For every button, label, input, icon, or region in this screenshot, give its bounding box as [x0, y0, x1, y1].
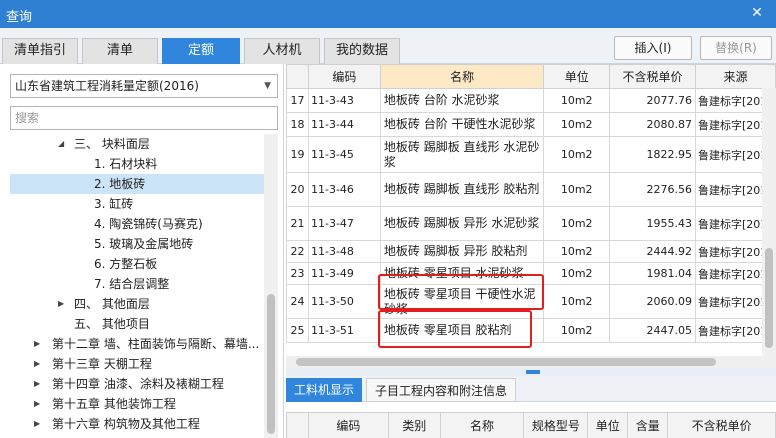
left-panel: 山东省建筑工程消耗量定额(2016) ▼ 搜索 ◢ 三、 块料面层 1. 石材块…: [0, 64, 284, 438]
tree-item[interactable]: ▶ 第十六章 构筑物及其他工程: [10, 414, 264, 434]
tree-item[interactable]: ▶ 第十三章 天棚工程: [10, 354, 264, 374]
table-row[interactable]: 25 11-3-51 地板砖 零星项目 胶粘剂 10m2 2447.05 鲁建标…: [286, 318, 776, 343]
tab-work-content-notes[interactable]: 子目工程内容和附注信息: [366, 378, 516, 402]
quota-grid: 编码 名称 单位 不含税单价 来源 17 11-3-43 地板砖 台阶 水泥砂浆…: [286, 64, 776, 364]
toolbar: 清单指引 清单 定额 人材机 我的数据 插入(I) 替换(R): [0, 28, 776, 64]
insert-button[interactable]: 插入(I): [614, 36, 692, 60]
table-row[interactable]: 18 11-3-44 地板砖 台阶 干硬性水泥砂浆 10m2 2080.87 鲁…: [286, 112, 776, 137]
material-col-code[interactable]: 编码: [307, 412, 389, 438]
grid-vertical-scrollbar[interactable]: [762, 88, 776, 356]
tab-qingdan[interactable]: 清单: [82, 38, 158, 64]
material-col-index: [286, 412, 309, 438]
tree-item[interactable]: 4. 陶瓷锦砖(马赛克): [10, 214, 264, 234]
tree-scrollbar-thumb[interactable]: [267, 294, 275, 434]
caret-collapsed-icon[interactable]: ▶: [34, 374, 40, 394]
table-row[interactable]: 23 11-3-49 地板砖 零星项目 水泥砂浆 10m2 1981.04 鲁建…: [286, 262, 776, 285]
tree-item[interactable]: 7. 结合层调整: [10, 274, 264, 294]
close-icon[interactable]: ✕: [748, 3, 766, 23]
col-header-price[interactable]: 不含税单价: [609, 64, 696, 89]
tree-item[interactable]: ▶ 第十五章 其他装饰工程: [10, 394, 264, 414]
chevron-down-icon: ▼: [264, 81, 271, 91]
search-input[interactable]: 搜索: [10, 106, 278, 130]
tab-rencaiji[interactable]: 人材机: [244, 38, 320, 64]
table-row[interactable]: 22 11-3-48 地板砖 踢脚板 异形 胶粘剂 10m2 2444.92 鲁…: [286, 240, 776, 263]
tree-item[interactable]: ▶ 第十二章 墙、柱面装饰与隔断、幕墙...: [10, 334, 264, 354]
material-grid: 编码 类别 名称 规格型号 单位 含量 不含税单价: [286, 412, 776, 438]
tree-item[interactable]: 5. 玻璃及金属地砖: [10, 234, 264, 254]
table-row[interactable]: 17 11-3-43 地板砖 台阶 水泥砂浆 10m2 2077.76 鲁建标字…: [286, 88, 776, 113]
grid-horizontal-scrollbar-thumb[interactable]: [296, 358, 716, 366]
tree-item[interactable]: 3. 缸砖: [10, 194, 264, 214]
detail-tabs: 工料机显示 子目工程内容和附注信息: [286, 376, 776, 402]
tree-item[interactable]: 五、 其他项目: [10, 314, 264, 334]
material-col-category[interactable]: 类别: [387, 412, 441, 438]
window-titlebar: 查询 ✕: [0, 0, 776, 28]
splitter-handle[interactable]: [526, 370, 540, 374]
tree-item[interactable]: ▶ 四、 其他面层: [10, 294, 264, 314]
caret-collapsed-icon[interactable]: ▶: [58, 294, 64, 314]
replace-button[interactable]: 替换(R): [700, 36, 772, 60]
tree-item[interactable]: ▶ 第十四章 油漆、涂料及裱糊工程: [10, 374, 264, 394]
material-col-quantity[interactable]: 含量: [627, 412, 669, 438]
tab-qingdan-zhiyin[interactable]: 清单指引: [2, 38, 78, 64]
caret-collapsed-icon[interactable]: ▶: [34, 414, 40, 434]
table-row[interactable]: 19 11-3-45 地板砖 踢脚板 直线形 水泥砂浆 10m2 1822.95…: [286, 136, 776, 173]
col-header-index: [286, 64, 309, 89]
quota-library-select[interactable]: 山东省建筑工程消耗量定额(2016) ▼: [10, 74, 278, 98]
quota-library-value: 山东省建筑工程消耗量定额(2016): [15, 79, 199, 93]
caret-expanded-icon[interactable]: ◢: [58, 134, 64, 154]
category-tree: ◢ 三、 块料面层 1. 石材块料 2. 地板砖 3. 缸砖 4. 陶瓷锦砖(马…: [10, 134, 264, 438]
tree-item-selected[interactable]: 2. 地板砖: [10, 174, 264, 194]
grid-horizontal-scrollbar[interactable]: [286, 356, 776, 368]
tree-item[interactable]: 6. 方整石板: [10, 254, 264, 274]
table-row[interactable]: 21 11-3-47 地板砖 踢脚板 异形 水泥砂浆 10m2 1955.43 …: [286, 206, 776, 241]
caret-collapsed-icon[interactable]: ▶: [34, 334, 40, 354]
material-col-price[interactable]: 不含税单价: [667, 412, 776, 438]
tree-item[interactable]: 1. 石材块料: [10, 154, 264, 174]
material-col-name[interactable]: 名称: [439, 412, 525, 438]
col-header-source[interactable]: 来源: [694, 64, 776, 89]
col-header-name[interactable]: 名称: [379, 64, 545, 89]
material-col-unit[interactable]: 单位: [587, 412, 629, 438]
col-header-code[interactable]: 编码: [307, 64, 381, 89]
window-title: 查询: [6, 10, 33, 25]
grid-vertical-scrollbar-thumb[interactable]: [765, 248, 773, 348]
tree-item[interactable]: ◢ 三、 块料面层: [10, 134, 264, 154]
caret-collapsed-icon[interactable]: ▶: [34, 354, 40, 374]
table-row[interactable]: 20 11-3-46 地板砖 踢脚板 直线形 胶粘剂 10m2 2276.56 …: [286, 172, 776, 207]
caret-collapsed-icon[interactable]: ▶: [34, 394, 40, 414]
tree-scrollbar[interactable]: [264, 134, 278, 438]
tab-dinge[interactable]: 定额: [162, 38, 240, 64]
material-col-spec[interactable]: 规格型号: [523, 412, 589, 438]
col-header-unit[interactable]: 单位: [543, 64, 611, 89]
tab-material-display[interactable]: 工料机显示: [286, 378, 362, 402]
table-row[interactable]: 24 11-3-50 地板砖 零星项目 干硬性水泥砂浆 10m2 2060.09…: [286, 284, 776, 319]
tab-my-data[interactable]: 我的数据: [324, 38, 400, 64]
panel-splitter[interactable]: [286, 368, 776, 376]
